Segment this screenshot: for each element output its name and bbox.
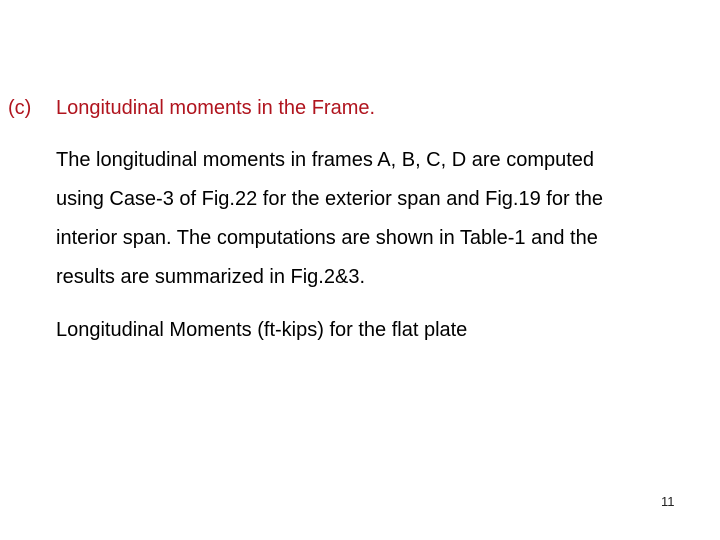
body-paragraph: The longitudinal moments in frames A, B,… bbox=[56, 145, 716, 301]
section-label: (c) bbox=[8, 97, 32, 119]
paragraph-line: The longitudinal moments in frames A, B,… bbox=[56, 149, 595, 171]
paragraph-line: using Case-3 of Fig.22 for the exterior … bbox=[56, 188, 603, 210]
section-title: Longitudinal moments in the Frame. bbox=[56, 97, 376, 119]
paragraph-line: results are summarized in Fig.2&3. bbox=[56, 266, 366, 288]
table-caption: Longitudinal Moments (ft-kips) for the f… bbox=[56, 319, 468, 341]
page-number: 11 bbox=[661, 494, 675, 509]
section-heading: (c) Longitudinal moments in the Frame. bbox=[8, 96, 375, 120]
paragraph-line: interior span. The computations are show… bbox=[56, 227, 598, 249]
